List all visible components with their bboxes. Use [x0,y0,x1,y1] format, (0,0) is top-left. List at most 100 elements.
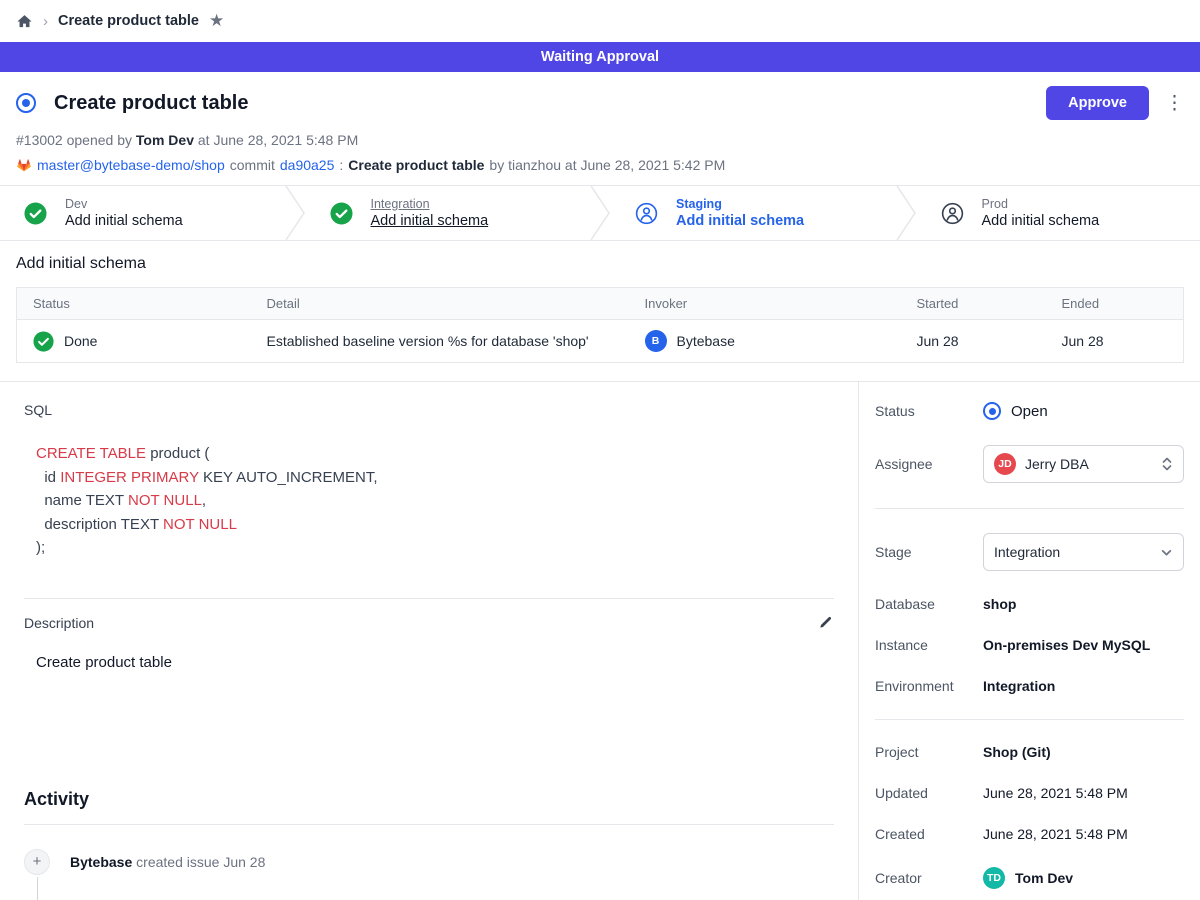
commit-byline: by tianzhou at June 28, 2021 5:42 PM [489,157,725,173]
commit-info: master@bytebase-demo/shop commit da90a25… [16,157,1184,173]
issue-title: Create product table [54,92,1046,115]
project-value: Shop (Git) [983,744,1051,760]
environment-label: Environment [875,678,983,694]
assignee-select[interactable]: JD Jerry DBA [983,445,1184,483]
description-label: Description [24,615,817,631]
sql-code-block: CREATE TABLE product ( id INTEGER PRIMAR… [36,442,834,560]
divider [24,824,834,825]
pipeline-stage-dev[interactable]: Dev Add initial schema [0,186,284,240]
activity-heading: Activity [24,789,834,810]
task-table: Status Detail Invoker Started Ended Done… [16,287,1184,363]
pipeline-stage-integration[interactable]: Integration Add initial schema [306,186,590,240]
activity-action: created issue [136,854,219,870]
commit-branch-link[interactable]: master@bytebase-demo/shop [37,157,225,173]
issue-meta: #13002 opened by Tom Dev at June 28, 202… [16,132,1184,148]
home-icon[interactable] [16,13,33,30]
stage-pending-person-icon [941,202,964,225]
assignee-value: Jerry DBA [1025,456,1152,472]
issue-detail-panel: SQL CREATE TABLE product ( id INTEGER PR… [0,382,858,900]
commit-message: Create product table [348,157,484,173]
stage-task-name: Add initial schema [371,213,489,229]
task-started: Jun 28 [901,320,1046,363]
issue-sidebar: Status Open Assignee JD Jerry DBA Stage … [858,382,1200,900]
updated-value: June 28, 2021 5:48 PM [983,785,1128,801]
creator-avatar: TD [983,867,1005,889]
created-value: June 28, 2021 5:48 PM [983,826,1128,842]
sql-label: SQL [24,402,834,418]
timeline-connector [37,877,38,900]
stage-task-name: Add initial schema [65,213,183,229]
assignee-avatar: JD [994,453,1016,475]
stage-select[interactable]: Integration [983,533,1184,571]
stage-env-name: Dev [65,197,183,211]
divider [875,719,1184,720]
pipeline-stage-bar: Dev Add initial schema Integration Add i… [0,185,1200,241]
pipeline-stage-prod[interactable]: Prod Add initial schema [917,186,1200,240]
stage-done-check-icon [24,202,47,225]
stage-value: Integration [994,544,1151,560]
updown-chevron-icon [1161,456,1173,472]
creator-value: Tom Dev [1015,870,1073,886]
updated-label: Updated [875,785,983,801]
col-header-ended: Ended [1046,288,1184,320]
activity-actor: Bytebase [70,854,132,870]
task-status: Done [64,333,97,349]
breadcrumb: › Create product table ★ [0,0,1200,42]
environment-value: Integration [983,678,1055,694]
col-header-detail: Detail [251,288,629,320]
stage-task-name: Add initial schema [676,213,804,229]
issue-open-status-icon [16,93,36,113]
database-label: Database [875,596,983,612]
task-heading: Add initial schema [16,255,1184,273]
stage-separator [589,186,611,240]
creator-label: Creator [875,870,983,886]
instance-value: On-premises Dev MySQL [983,637,1150,653]
task-ended: Jun 28 [1046,320,1184,363]
divider [875,508,1184,509]
task-done-check-icon [33,331,54,352]
gitlab-icon [16,157,32,173]
more-actions-icon[interactable]: ⋮ [1165,94,1184,113]
table-row[interactable]: Done Established baseline version %s for… [17,320,1184,363]
stage-task-name: Add initial schema [982,213,1100,229]
col-header-invoker: Invoker [629,288,901,320]
approve-button[interactable]: Approve [1046,86,1149,120]
issue-header: Create product table Approve ⋮ #13002 op… [0,72,1200,185]
project-label: Project [875,744,983,760]
stage-done-check-icon [330,202,353,225]
stage-separator [895,186,917,240]
status-value: Open [1011,403,1048,420]
stage-env-name: Integration [371,197,489,211]
issue-opened-at: at June 28, 2021 5:48 PM [198,132,358,148]
commit-hash-link[interactable]: da90a25 [280,157,335,173]
approval-banner-text: Waiting Approval [541,49,659,65]
col-header-status: Status [17,288,251,320]
breadcrumb-current-page: Create product table [58,13,199,29]
created-label: Created [875,826,983,842]
description-text: Create product table [36,654,834,671]
task-section: Add initial schema Status Detail Invoker… [0,241,1200,381]
activity-date: Jun 28 [223,854,265,870]
divider [24,598,834,599]
invoker-avatar: B [645,330,667,352]
activity-item: + Bytebase created issue Jun 28 [24,849,834,875]
pipeline-stage-staging[interactable]: Staging Add initial schema [611,186,895,240]
plus-icon: + [24,849,50,875]
task-invoker: Bytebase [677,333,735,349]
stage-env-name: Staging [676,197,804,211]
issue-author: Tom Dev [136,132,194,148]
stage-separator [284,186,306,240]
task-detail: Established baseline version %s for data… [251,320,629,363]
approval-banner: Waiting Approval [0,42,1200,72]
assignee-label: Assignee [875,456,983,472]
database-value: shop [983,596,1016,612]
stage-env-name: Prod [982,197,1100,211]
status-open-icon [983,402,1001,420]
status-label: Status [875,403,983,419]
breadcrumb-chevron-icon: › [43,13,48,30]
stage-label: Stage [875,544,983,560]
bookmark-star-icon[interactable]: ★ [209,11,224,31]
stage-pending-person-icon [635,202,658,225]
instance-label: Instance [875,637,983,653]
edit-pencil-icon[interactable] [817,615,834,632]
